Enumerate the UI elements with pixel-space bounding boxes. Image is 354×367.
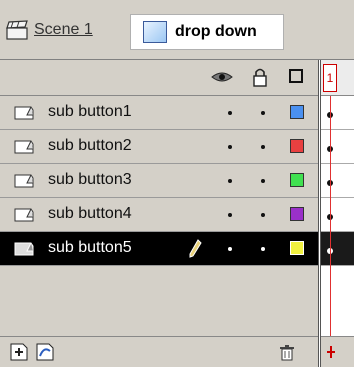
layer-icon	[14, 174, 34, 188]
playhead[interactable]	[330, 96, 331, 367]
layer-name: sub button4	[48, 205, 132, 222]
layer-icon	[14, 242, 34, 256]
layer-name: sub button5	[48, 239, 132, 256]
breadcrumb-symbol[interactable]: drop down	[130, 14, 284, 50]
frame-row[interactable]	[321, 130, 354, 164]
lock-dot[interactable]	[261, 247, 265, 251]
layer-name: sub button2	[48, 137, 132, 154]
lock-dot[interactable]	[261, 111, 265, 115]
layer-toolbar	[0, 336, 318, 367]
visibility-dot[interactable]	[228, 213, 232, 217]
outline-color-swatch[interactable]	[290, 207, 304, 221]
breadcrumb-scene[interactable]: Scene 1	[6, 18, 93, 42]
outline-icon[interactable]	[289, 69, 303, 83]
lock-dot[interactable]	[261, 213, 265, 217]
visibility-dot[interactable]	[228, 247, 232, 251]
delete-layer-icon[interactable]	[278, 343, 296, 361]
scene-label[interactable]: Scene 1	[34, 21, 93, 39]
current-frame-marker[interactable]: 1	[323, 64, 337, 92]
add-motion-guide-icon[interactable]	[36, 343, 54, 361]
layer-icon	[14, 208, 34, 222]
scene-clapper-icon	[6, 20, 28, 40]
insert-layer-icon[interactable]	[10, 343, 28, 361]
layer-row[interactable]: sub button2	[0, 130, 318, 164]
layer-header	[0, 60, 318, 96]
layer-icon	[14, 106, 34, 120]
layer-row-selected[interactable]: sub button5	[0, 232, 318, 266]
visibility-dot[interactable]	[228, 145, 232, 149]
layer-row[interactable]: sub button4	[0, 198, 318, 232]
timeline-frames: 1	[318, 60, 354, 367]
symbol-label: drop down	[175, 23, 257, 40]
outline-color-swatch[interactable]	[290, 105, 304, 119]
lock-icon[interactable]	[252, 67, 268, 87]
layer-list: sub button1 sub button2 sub button3 sub …	[0, 96, 318, 336]
lock-dot[interactable]	[261, 145, 265, 149]
outline-color-swatch[interactable]	[290, 173, 304, 187]
frame-ruler[interactable]: 1	[321, 60, 354, 96]
frame-row-selected[interactable]	[321, 232, 354, 266]
layer-icon	[14, 140, 34, 154]
visibility-dot[interactable]	[228, 179, 232, 183]
layer-row[interactable]: sub button1	[0, 96, 318, 130]
frame-row[interactable]	[321, 96, 354, 130]
timeline-panel: Scene 1 drop down sub button1 sub button…	[0, 0, 354, 367]
pencil-icon	[189, 239, 202, 258]
outline-color-swatch[interactable]	[290, 241, 304, 255]
frame-row[interactable]	[321, 198, 354, 232]
lock-dot[interactable]	[261, 179, 265, 183]
center-frame-icon[interactable]	[325, 345, 337, 359]
breadcrumb: Scene 1 drop down	[0, 0, 354, 60]
eye-icon[interactable]	[211, 69, 233, 85]
layer-name: sub button3	[48, 171, 132, 188]
layer-row[interactable]: sub button3	[0, 164, 318, 198]
layer-name: sub button1	[48, 103, 132, 120]
outline-color-swatch[interactable]	[290, 139, 304, 153]
movieclip-symbol-icon	[143, 21, 167, 43]
frame-row[interactable]	[321, 164, 354, 198]
timeline-footer	[321, 336, 354, 367]
visibility-dot[interactable]	[228, 111, 232, 115]
